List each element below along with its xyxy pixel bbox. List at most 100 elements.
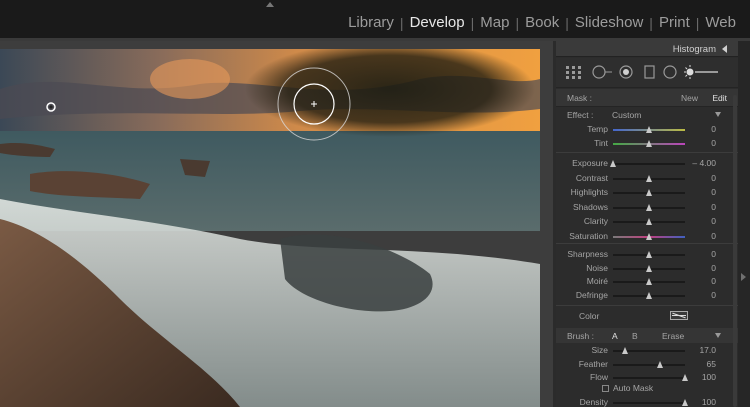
module-print[interactable]: Print	[653, 14, 696, 31]
slider-thumb[interactable]	[646, 203, 652, 211]
collapse-right-panel-icon[interactable]	[741, 273, 746, 281]
density-slider[interactable]	[613, 399, 688, 406]
panel-scrollbar[interactable]	[733, 95, 737, 407]
tool-strip	[556, 58, 738, 88]
clarity-slider[interactable]	[613, 218, 685, 225]
temp-slider[interactable]	[613, 126, 685, 133]
slider-thumb[interactable]	[646, 218, 652, 225]
tint-slider[interactable]	[613, 140, 685, 147]
slider-thumb[interactable]	[646, 264, 652, 272]
slider-thumb[interactable]	[622, 347, 629, 354]
brush-header: Brush : A B Erase	[556, 328, 738, 343]
collapse-top-panel-icon[interactable]	[266, 2, 274, 7]
exposure-slider[interactable]	[610, 160, 685, 167]
highlights-slider[interactable]	[613, 189, 685, 196]
slider-thumb[interactable]	[610, 160, 616, 167]
slider-row-defringe: Defringe 0	[556, 289, 738, 302]
effect-collapse-icon[interactable]	[715, 112, 721, 117]
sharpness-value[interactable]: 0	[711, 249, 716, 259]
module-develop[interactable]: Develop	[404, 14, 471, 31]
tint-value[interactable]: 0	[711, 138, 716, 148]
slider-row-density: Density 100	[556, 396, 738, 407]
module-slideshow[interactable]: Slideshow	[569, 14, 649, 31]
effect-preset-dropdown[interactable]: Custom	[612, 110, 641, 120]
slider-label: Sharpness	[567, 249, 608, 259]
crop-grid-icon[interactable]	[565, 65, 583, 79]
noise-slider[interactable]	[613, 264, 685, 272]
slider-label: Temp	[587, 124, 608, 134]
slider-label: Noise	[586, 262, 608, 273]
slider-thumb[interactable]	[646, 189, 652, 196]
spot-removal-icon[interactable]	[591, 65, 613, 79]
slider-label: Moiré	[586, 276, 608, 286]
slider-thumb[interactable]	[646, 251, 652, 258]
slider-thumb[interactable]	[682, 399, 688, 406]
seascape-photo	[0, 49, 540, 407]
color-swatch[interactable]	[670, 311, 688, 320]
density-value[interactable]: 100	[702, 397, 716, 407]
graduated-filter-icon[interactable]	[641, 65, 659, 79]
slider-thumb[interactable]	[646, 232, 652, 240]
mask-new-button[interactable]: New	[681, 93, 698, 103]
slider-row-exposure: Exposure – 4.00	[556, 157, 738, 170]
size-value[interactable]: 17.0	[699, 345, 716, 355]
size-slider[interactable]	[613, 347, 685, 354]
module-picker: Library | Develop | Map | Book | Slideshow | Print…	[342, 14, 742, 31]
feather-value[interactable]: 65	[707, 359, 716, 369]
slider-label: Saturation	[569, 230, 608, 241]
exposure-value[interactable]: – 4.00	[692, 158, 716, 168]
photo[interactable]	[0, 49, 540, 407]
image-canvas[interactable]	[0, 41, 553, 407]
moir-slider[interactable]	[613, 278, 685, 285]
brush-label: Brush :	[567, 331, 594, 341]
contrast-value[interactable]: 0	[711, 173, 716, 183]
flow-value[interactable]: 100	[702, 372, 716, 382]
slider-thumb[interactable]	[646, 278, 652, 285]
sharpness-slider[interactable]	[613, 251, 685, 258]
module-web[interactable]: Web	[699, 14, 742, 31]
adjustment-brush-icon[interactable]	[684, 65, 720, 79]
brush-b-button[interactable]: B	[632, 331, 638, 341]
slider-thumb[interactable]	[646, 174, 652, 182]
brush-collapse-icon[interactable]	[715, 333, 721, 338]
brush-a-button[interactable]: A	[612, 331, 618, 341]
slider-label: Defringe	[575, 289, 608, 300]
slider-label: Flow	[590, 372, 608, 382]
collapse-histogram-icon[interactable]	[722, 45, 727, 53]
auto-mask-checkbox[interactable]: Auto Mask	[602, 383, 653, 393]
slider-thumb[interactable]	[682, 374, 688, 381]
defringe-slider[interactable]	[613, 291, 685, 299]
slider-row-temp: Temp 0	[556, 123, 738, 136]
histogram-header[interactable]: Histogram	[556, 41, 738, 57]
temp-value[interactable]: 0	[711, 124, 716, 134]
slider-thumb[interactable]	[646, 140, 652, 147]
module-library[interactable]: Library	[342, 14, 400, 31]
slider-label: Clarity	[583, 216, 608, 226]
slider-thumb[interactable]	[656, 360, 663, 368]
highlights-value[interactable]: 0	[711, 187, 716, 197]
saturation-slider[interactable]	[613, 232, 685, 240]
mask-edit-button[interactable]: Edit	[712, 93, 727, 103]
moir-value[interactable]: 0	[711, 276, 716, 286]
defringe-value[interactable]: 0	[711, 290, 716, 300]
module-map[interactable]: Map	[474, 14, 515, 31]
contrast-slider[interactable]	[613, 174, 685, 182]
shadows-slider[interactable]	[613, 203, 685, 211]
slider-thumb[interactable]	[646, 126, 652, 133]
brush-erase-button[interactable]: Erase	[662, 331, 684, 341]
module-book[interactable]: Book	[519, 14, 565, 31]
checkbox-box[interactable]	[602, 385, 609, 392]
slider-row-saturation: Saturation 0	[556, 230, 738, 243]
noise-value[interactable]: 0	[711, 263, 716, 273]
shadows-value[interactable]: 0	[711, 202, 716, 212]
slider-label: Feather	[578, 358, 608, 369]
clarity-value[interactable]: 0	[711, 216, 716, 226]
feather-slider[interactable]	[613, 360, 685, 368]
slider-label: Highlights	[570, 187, 608, 197]
radial-filter-icon[interactable]	[662, 65, 680, 79]
flow-slider[interactable]	[613, 374, 688, 381]
slider-thumb[interactable]	[646, 291, 652, 299]
red-eye-icon[interactable]	[618, 65, 636, 79]
saturation-value[interactable]: 0	[711, 231, 716, 241]
slider-label: Exposure	[572, 158, 608, 168]
